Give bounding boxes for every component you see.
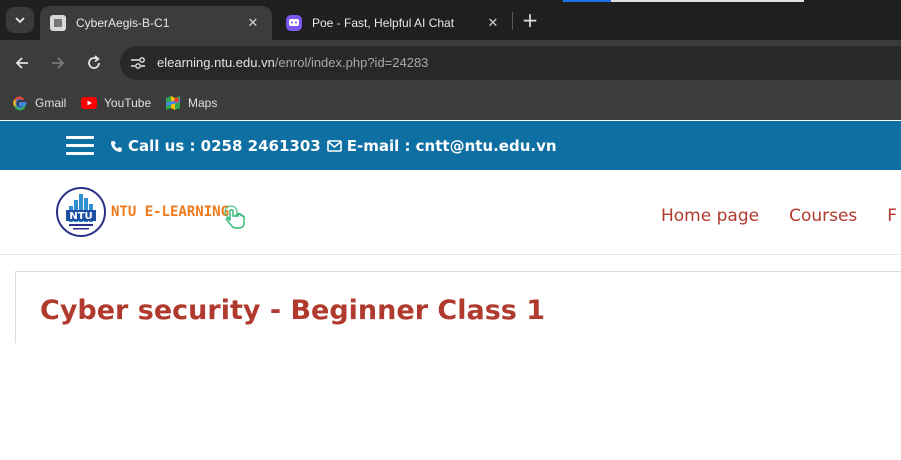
tab-title: Poe - Fast, Helpful AI Chat: [312, 16, 455, 30]
reload-button[interactable]: [82, 51, 106, 75]
tab-cyberaegis[interactable]: CyberAegis-B-C1 ✕: [40, 6, 272, 40]
url-host: elearning.ntu.edu.vn: [157, 55, 275, 70]
back-button[interactable]: [10, 51, 34, 75]
site-logo[interactable]: NTU NTU E-LEARNING: [55, 186, 251, 238]
close-icon[interactable]: ✕: [484, 14, 502, 32]
hamburger-line: [66, 152, 94, 155]
bookmark-label: YouTube: [104, 96, 152, 110]
url-path: /enrol/index.php?id=24283: [274, 55, 429, 70]
tab-separator: [512, 12, 513, 30]
main-menu: Home page Courses F: [661, 206, 901, 226]
phone-icon: [108, 138, 124, 154]
url-text: elearning.ntu.edu.vn/enrol/index.php?id=…: [157, 55, 428, 70]
document-icon: [50, 15, 66, 31]
bookmark-gmail[interactable]: Gmail: [12, 92, 66, 114]
bookmark-label: Gmail: [35, 96, 67, 110]
course-card: Cyber security - Beginner Class 1: [15, 271, 901, 343]
site-header: NTU NTU E-LEARNING Home page Courses F: [0, 170, 901, 255]
svg-text:NTU: NTU: [69, 211, 92, 222]
contact-info: Call us : 0258 2461303 E-mail : cntt@ntu…: [108, 137, 557, 155]
chevron-down-icon: [15, 17, 25, 24]
tab-strip: CyberAegis-B-C1 ✕ Poe - Fast, Helpful AI…: [0, 0, 901, 40]
menu-toggle-button[interactable]: [66, 136, 94, 156]
browser-toolbar: elearning.ntu.edu.vn/enrol/index.php?id=…: [0, 40, 901, 86]
bookmark-maps[interactable]: Maps: [165, 92, 217, 114]
tab-accent-line: [563, 0, 611, 2]
hamburger-line: [66, 144, 94, 147]
hamburger-line: [66, 136, 94, 139]
menu-item-truncated[interactable]: F: [887, 206, 897, 226]
ntu-logo-icon: NTU: [56, 187, 106, 237]
site-info-icon[interactable]: [127, 52, 149, 74]
tab-accent-line: [611, 0, 804, 2]
youtube-icon: [81, 95, 97, 111]
email-link[interactable]: E-mail : cntt@ntu.edu.vn: [347, 137, 557, 155]
site-topbar: Call us : 0258 2461303 E-mail : cntt@ntu…: [0, 121, 901, 170]
bookmark-label: Maps: [188, 96, 218, 110]
phone-text: Call us : 0258 2461303: [128, 137, 321, 155]
bookmark-youtube[interactable]: YouTube: [81, 92, 151, 114]
menu-item-home[interactable]: Home page: [661, 206, 759, 226]
envelope-icon: [327, 138, 343, 154]
close-icon[interactable]: ✕: [244, 14, 262, 32]
pointer-hand-icon: [224, 205, 245, 229]
new-tab-button[interactable]: +: [518, 8, 542, 32]
arrow-left-icon: [15, 57, 28, 69]
tab-search-button[interactable]: [6, 7, 34, 33]
reload-icon: [88, 55, 100, 69]
arrow-right-icon: [52, 57, 65, 69]
maps-icon: [165, 95, 181, 111]
tab-poe[interactable]: Poe - Fast, Helpful AI Chat ✕: [276, 6, 512, 40]
course-title: Cyber security - Beginner Class 1: [40, 295, 546, 326]
forward-button[interactable]: [46, 51, 70, 75]
address-bar[interactable]: elearning.ntu.edu.vn/enrol/index.php?id=…: [120, 46, 901, 80]
bookmarks-bar: Gmail YouTube Maps: [0, 86, 901, 120]
poe-icon: [286, 15, 302, 31]
google-icon: [12, 95, 28, 111]
logo-text: NTU E-LEARNING: [111, 204, 230, 220]
tab-title: CyberAegis-B-C1: [76, 16, 170, 30]
menu-item-courses[interactable]: Courses: [789, 206, 857, 226]
